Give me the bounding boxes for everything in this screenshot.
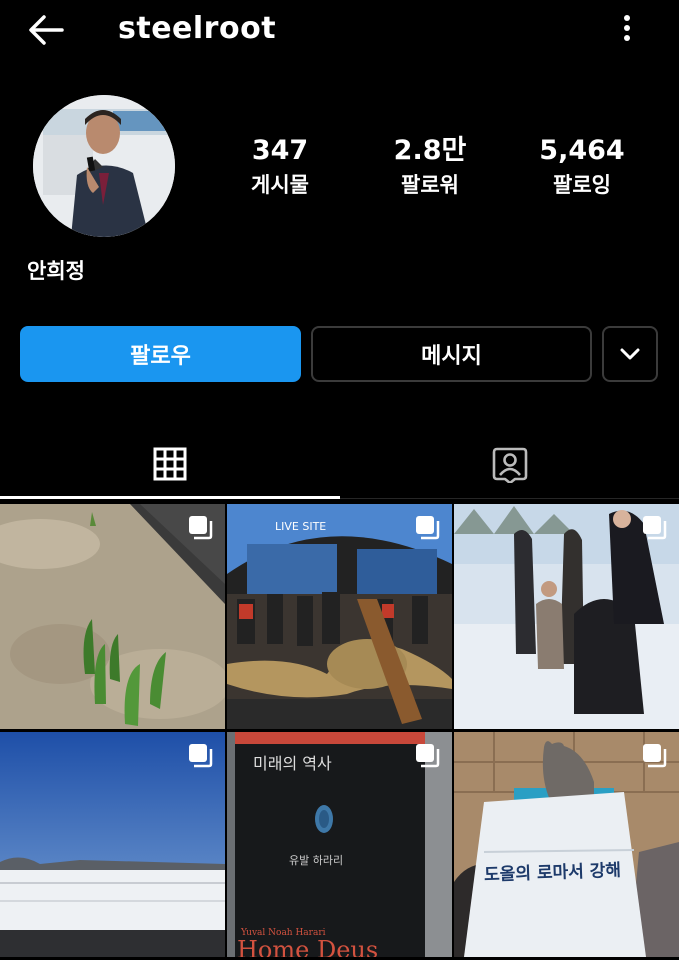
post-tile[interactable]: LIVE SITE	[227, 504, 452, 729]
book-footer-text: Home Deus	[237, 936, 379, 957]
follow-button[interactable]: 팔로우	[20, 326, 301, 382]
vertical-dots-icon	[624, 15, 630, 41]
posts-grid: LIVE SITE 미래의 역사 유발 하라리 Yuval Noah Harar…	[0, 504, 679, 960]
stat-following-value: 5,464	[539, 135, 625, 166]
grid-icon	[153, 447, 187, 481]
post-sign-text: LIVE SITE	[275, 520, 327, 533]
multiple-photos-icon	[643, 744, 667, 768]
tagged-person-icon	[492, 447, 528, 483]
tab-divider	[340, 498, 679, 499]
book-title-text: 도올의 로마서 강해	[483, 860, 622, 886]
stat-posts[interactable]: 347 게시물	[220, 133, 340, 201]
multiple-photos-icon	[189, 516, 213, 540]
stat-following-label: 팔로잉	[553, 173, 611, 197]
profile-username: steelroot	[118, 11, 277, 46]
active-tab-indicator	[0, 496, 340, 499]
multiple-photos-icon	[189, 744, 213, 768]
back-button[interactable]	[24, 10, 68, 50]
book-author-text: 유발 하라리	[289, 854, 344, 867]
chevron-down-icon	[620, 348, 640, 360]
multiple-photos-icon	[416, 516, 440, 540]
post-tile[interactable]	[0, 504, 225, 729]
post-tile[interactable]	[0, 732, 225, 957]
profile-avatar[interactable]	[33, 95, 175, 237]
stat-following[interactable]: 5,464 팔로잉	[522, 133, 642, 201]
post-tile[interactable]: 미래의 역사 유발 하라리 Yuval Noah Harari Home Deu…	[227, 732, 452, 957]
post-tile[interactable]	[454, 504, 679, 729]
tab-tagged[interactable]	[340, 430, 679, 498]
book-title-text: 미래의 역사	[253, 754, 332, 773]
suggested-dropdown-button[interactable]	[602, 326, 658, 382]
more-options-button[interactable]	[610, 10, 644, 46]
tab-posts-grid[interactable]	[0, 430, 340, 498]
multiple-photos-icon	[643, 516, 667, 540]
message-button[interactable]: 메시지	[311, 326, 592, 382]
profile-tabs	[0, 430, 679, 500]
top-bar: steelroot	[0, 0, 679, 60]
arrow-left-icon	[29, 15, 64, 45]
stat-posts-label: 게시물	[251, 173, 309, 197]
profile-full-name: 안희정	[27, 259, 85, 283]
stat-followers-label: 팔로워	[401, 173, 459, 197]
stat-followers[interactable]: 2.8만 팔로워	[370, 133, 490, 201]
multiple-photos-icon	[416, 744, 440, 768]
stat-followers-value: 2.8만	[393, 135, 467, 166]
stat-posts-value: 347	[251, 135, 309, 166]
post-tile[interactable]: 도올의 로마서 강해	[454, 732, 679, 957]
